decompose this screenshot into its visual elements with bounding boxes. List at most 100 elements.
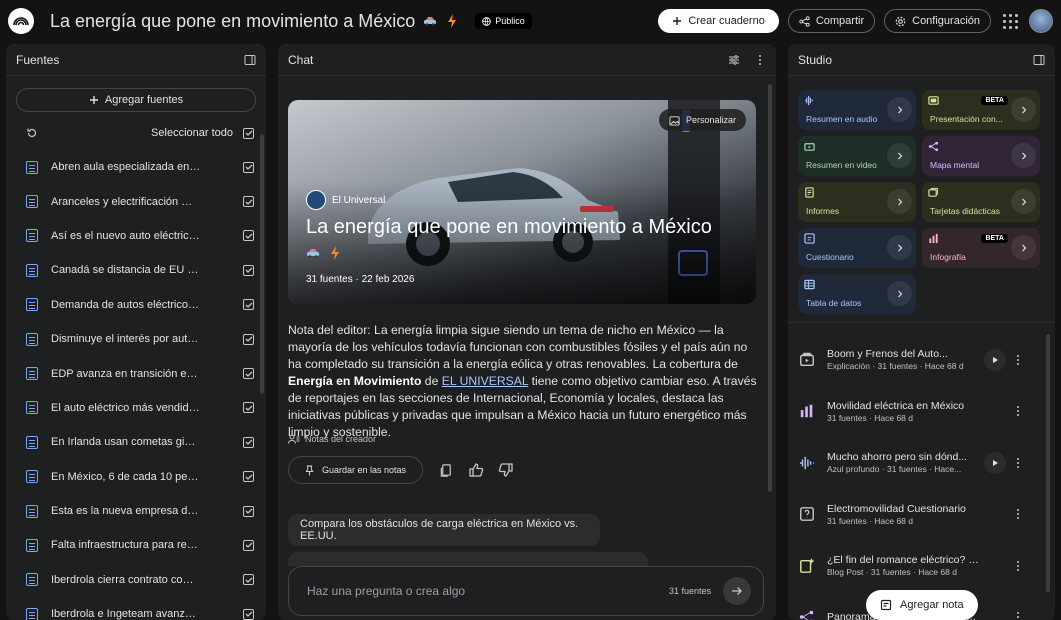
more-vert-icon[interactable] [1014,353,1022,367]
editor-note: Nota del editor: La energía limpia sigue… [288,323,757,439]
studio-tile-slides[interactable]: BETA Presentación con... [922,90,1040,130]
source-checkbox[interactable] [243,505,254,517]
studio-tile-table[interactable]: Tabla de datos [798,274,916,314]
settings-button[interactable]: Configuración [884,9,991,33]
more-vert-icon[interactable] [1014,507,1022,521]
source-item[interactable]: Demanda de autos eléctricos i... [6,288,266,322]
el-universal-link[interactable]: EL UNIVERSAL [442,374,528,388]
source-checkbox[interactable] [243,299,254,311]
more-vert-icon[interactable] [1014,456,1022,470]
notebooklm-logo-icon[interactable] [8,8,34,34]
chevron-right-icon [897,106,902,113]
play-button[interactable] [984,451,1006,474]
source-label: Demanda de autos eléctricos i... [51,298,201,311]
more-vert-icon[interactable] [1014,610,1022,620]
source-checkbox[interactable] [243,196,254,208]
note-meta: Azul profundo · 31 fuentes · Hace... [827,464,962,475]
studio-scrollbar[interactable] [1046,334,1050,592]
source-checkbox[interactable] [243,161,254,173]
source-checkbox[interactable] [243,230,254,242]
copy-icon[interactable] [438,462,454,478]
select-all-row: Seleccionar todo [6,116,266,150]
studio-tile-label: Infografía [930,252,966,262]
source-item[interactable]: Aranceles y electrificación met... [6,184,266,218]
save-to-notes-button[interactable]: Guardar en las notas [288,456,424,484]
studio-tile-flashcards[interactable]: Tarjetas didácticas [922,182,1040,222]
chat-scrollbar[interactable] [768,84,772,492]
send-button[interactable] [723,577,751,605]
source-item[interactable]: EDP avanza en transición energ... [6,356,266,390]
create-notebook-button[interactable]: Crear cuaderno [658,9,779,33]
open-tile-button[interactable] [887,281,912,306]
studio-tile-quiz[interactable]: Cuestionario [798,228,916,268]
chat-input[interactable] [307,584,669,598]
open-tile-button[interactable] [887,189,912,214]
apps-grid-icon[interactable] [1000,11,1020,31]
visibility-badge[interactable]: Público [475,13,532,29]
source-checkbox[interactable] [243,574,254,586]
studio-tile-infographic[interactable]: BETA Infografía [922,228,1040,268]
note-item[interactable]: Electromovilidad Cuestionario 31 fuentes … [798,489,1028,541]
open-tile-button[interactable] [887,143,912,168]
studio-tile-mind-map[interactable]: Mapa mental [922,136,1040,176]
source-checkbox[interactable] [243,539,254,551]
source-checkbox[interactable] [243,471,254,483]
open-tile-button[interactable] [1011,189,1036,214]
suggested-question[interactable]: Compara los obstáculos de carga eléctric… [288,514,600,546]
note-item[interactable]: Movilidad eléctrica en México 31 fuentes … [798,386,1028,438]
source-checkbox[interactable] [243,264,254,276]
source-checkbox[interactable] [243,608,254,620]
notes-list: Boom y Frenos del Auto... Explicación · 3… [798,334,1028,620]
source-label: El auto eléctrico más vendido e... [51,401,201,414]
add-note-button[interactable]: Agregar nota [866,590,978,620]
source-item[interactable]: Así es el nuevo auto eléctrico h... [6,219,266,253]
source-item[interactable]: Esta es la nueva empresa de en... [6,494,266,528]
open-tile-button[interactable] [887,235,912,260]
collapse-panel-icon[interactable] [1033,54,1045,66]
select-all-checkbox[interactable] [243,127,254,139]
personalize-button[interactable]: Personalizar [658,109,746,131]
collapse-panel-icon[interactable] [244,54,256,66]
thumbs-up-icon[interactable] [468,462,484,478]
studio-tile-video[interactable]: Resumen en video [798,136,916,176]
source-item[interactable]: Canadá se distancia de EU y re... [6,253,266,287]
source-item[interactable]: El auto eléctrico más vendido e... [6,391,266,425]
open-tile-button[interactable] [887,97,912,122]
slides-icon [928,96,939,105]
notebook-title[interactable]: La energía que pone en movimiento a Méxi… [50,11,415,32]
source-checkbox[interactable] [243,333,254,345]
refresh-icon[interactable] [26,127,38,139]
source-item[interactable]: Abren aula especializada en re... [6,150,266,184]
studio-tile-report[interactable]: Informes [798,182,916,222]
source-checkbox[interactable] [243,436,254,448]
source-checkbox[interactable] [243,368,254,380]
add-sources-button[interactable]: Agregar fuentes [16,88,256,112]
video-overview-icon [798,351,816,369]
open-tile-button[interactable] [1011,97,1036,122]
source-checkbox[interactable] [243,402,254,414]
tune-icon[interactable] [728,54,740,66]
note-item[interactable]: ¿El fin del romance eléctrico? 5... Blog … [798,540,1028,592]
avatar[interactable] [1029,9,1053,33]
source-item[interactable]: Iberdrola cierra contrato compr... [6,563,266,597]
more-vert-icon[interactable] [754,54,766,66]
play-button[interactable] [984,348,1006,371]
sources-scrollbar[interactable] [260,134,264,394]
note-item[interactable]: Mucho ahorro pero sin dónd... Azul profun… [798,437,1028,489]
add-sources-label: Agregar fuentes [104,94,184,106]
open-tile-button[interactable] [1011,143,1036,168]
more-vert-icon[interactable] [1014,404,1022,418]
audio-waveform-icon [798,454,816,472]
source-item[interactable]: Falta infraestructura para recar... [6,528,266,562]
thumbs-down-icon[interactable] [498,462,514,478]
studio-tile-audio-waveform[interactable]: Resumen en audio [798,90,916,130]
suggested-question[interactable] [288,552,648,566]
source-item[interactable]: En Irlanda usan cometas gigant... [6,425,266,459]
open-tile-button[interactable] [1011,235,1036,260]
more-vert-icon[interactable] [1014,559,1022,573]
source-item[interactable]: Iberdrola e Ingeteam avanzan e... [6,597,266,620]
share-button[interactable]: Compartir [787,9,876,33]
source-item[interactable]: Disminuye el interés por autos ... [6,322,266,356]
source-item[interactable]: En México, 6 de cada 10 perso... [6,460,266,494]
note-item[interactable]: Boom y Frenos del Auto... Explicación · 3… [798,334,1028,386]
